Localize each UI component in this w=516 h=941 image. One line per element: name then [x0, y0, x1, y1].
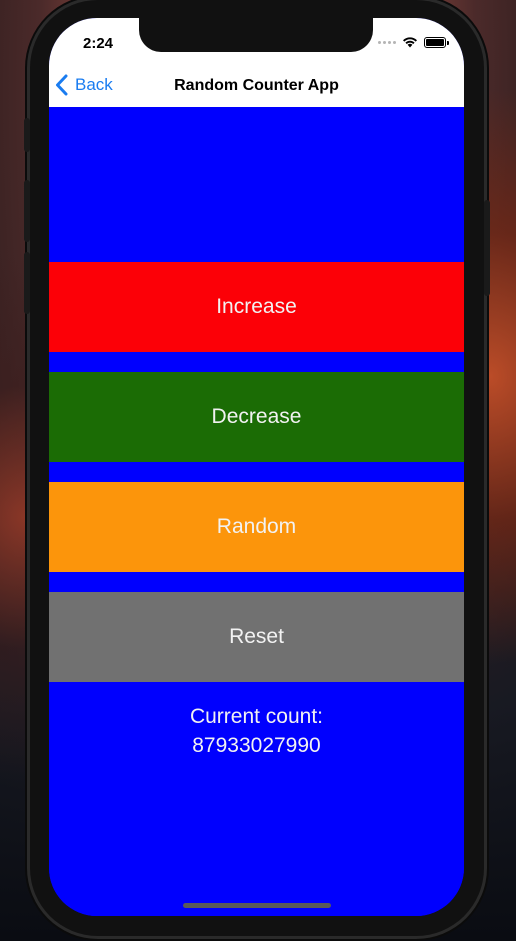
page-title: Random Counter App	[174, 77, 339, 94]
battery-icon	[424, 36, 449, 48]
phone-frame: 2:24 Back Random Counter App Increase De…	[24, 0, 490, 936]
count-label: Current count:	[189, 705, 324, 728]
decrease-label: Decrease	[211, 405, 302, 428]
count-value: 87933027990	[192, 734, 321, 757]
reset-button[interactable]: Reset	[49, 592, 464, 682]
notch	[139, 18, 373, 52]
volume-up-button	[24, 180, 30, 242]
status-icons	[378, 36, 449, 48]
mute-switch	[24, 118, 30, 152]
navigation-bar: Back Random Counter App	[49, 70, 464, 108]
power-button	[484, 200, 490, 296]
decrease-button[interactable]: Decrease	[49, 372, 464, 462]
wifi-icon	[403, 37, 417, 48]
status-time: 2:24	[83, 35, 114, 52]
random-button[interactable]: Random	[49, 482, 464, 572]
increase-button[interactable]: Increase	[49, 262, 464, 352]
home-indicator[interactable]	[183, 903, 331, 908]
volume-down-button	[24, 252, 30, 314]
main-content: Increase Decrease Random Reset Current c…	[49, 107, 464, 916]
reset-label: Reset	[229, 625, 284, 648]
random-label: Random	[216, 515, 297, 538]
signal-dots-icon	[378, 40, 396, 44]
phone-screen: 2:24 Back Random Counter App Increase De…	[49, 18, 464, 916]
increase-label: Increase	[216, 295, 297, 318]
